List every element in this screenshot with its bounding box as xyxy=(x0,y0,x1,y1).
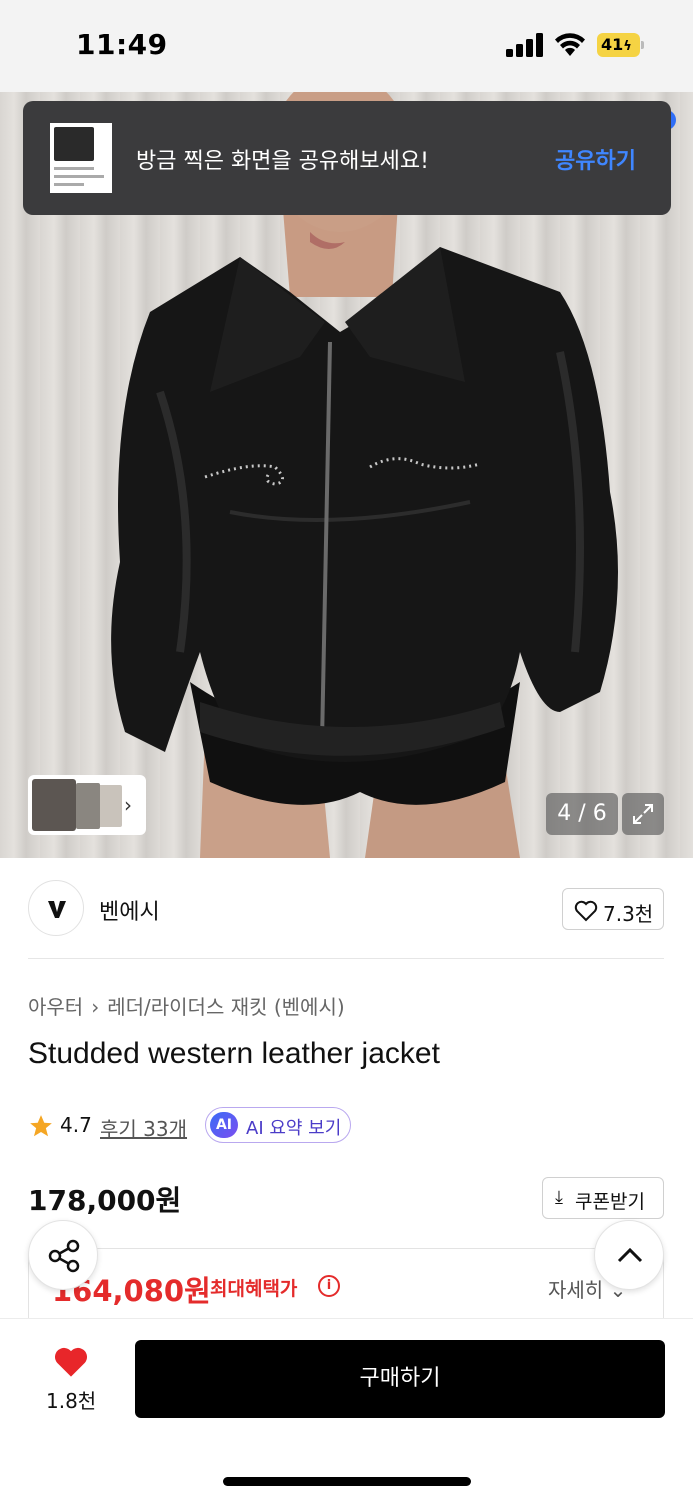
toast-message: 방금 찍은 화면을 공유해보세요! xyxy=(136,149,429,174)
thumbnail[interactable] xyxy=(98,785,122,827)
thumbnail-strip[interactable]: › xyxy=(28,775,146,835)
coupon-button[interactable]: ⤓ 쿠폰받기 xyxy=(542,1177,664,1219)
divider xyxy=(28,958,664,959)
share-icon xyxy=(48,1239,80,1273)
rating-value: 4.7 xyxy=(60,1113,92,1137)
thumbnail[interactable] xyxy=(76,783,100,829)
ai-badge-icon: AI xyxy=(210,1112,238,1138)
info-icon[interactable]: i xyxy=(318,1275,340,1297)
brand-name[interactable]: 벤에시 xyxy=(99,894,160,926)
breadcrumb: 아우터 › 레더/라이더스 재킷 (벤에시) xyxy=(28,991,345,1020)
product-price: 178,000원 xyxy=(28,1184,182,1217)
benefit-detail-label: 자세히 xyxy=(548,1278,604,1302)
battery-level: 41 xyxy=(601,35,624,54)
thumbnail[interactable] xyxy=(32,779,76,831)
heart-outline-icon xyxy=(574,900,598,922)
heart-filled-icon[interactable] xyxy=(52,1345,90,1379)
ai-summary-label: AI 요약 보기 xyxy=(246,1118,342,1139)
benefit-label: 최대혜택가 xyxy=(210,1278,298,1300)
star-icon xyxy=(30,1115,52,1137)
screenshot-thumbnail xyxy=(50,123,112,193)
coupon-label: 쿠폰받기 xyxy=(575,1191,645,1213)
ai-summary-button[interactable]: AI AI 요약 보기 xyxy=(205,1107,351,1143)
expand-button[interactable] xyxy=(622,793,664,835)
share-button[interactable]: 공유하기 xyxy=(555,143,636,175)
chevron-right-icon: › xyxy=(124,793,132,817)
product-title: Studded western leather jacket xyxy=(28,1037,440,1070)
home-indicator xyxy=(223,1477,471,1486)
status-time: 11:49 xyxy=(76,28,168,61)
breadcrumb-category[interactable]: 아우터 xyxy=(28,995,83,1019)
brand-like-count: 7.3천 xyxy=(603,902,654,926)
share-fab-button[interactable] xyxy=(28,1220,98,1290)
brand-logo-icon xyxy=(48,901,66,918)
scroll-top-button[interactable] xyxy=(594,1220,664,1290)
image-page-counter: 4 / 6 xyxy=(546,793,618,835)
buy-button[interactable]: 구매하기 xyxy=(135,1340,665,1418)
reviews-link[interactable]: 후기 33개 xyxy=(100,1113,187,1142)
download-icon: ⤓ xyxy=(555,1187,563,1208)
charging-icon: ϟ xyxy=(623,39,632,54)
brand-logo[interactable] xyxy=(28,880,84,936)
wish-count: 1.8천 xyxy=(46,1389,97,1413)
chevron-up-icon xyxy=(617,1247,643,1263)
wifi-icon xyxy=(555,33,585,56)
battery-icon: 41ϟ xyxy=(597,33,645,57)
expand-icon xyxy=(633,804,653,824)
share-toast: 방금 찍은 화면을 공유해보세요! 공유하기 xyxy=(23,101,671,215)
signal-icon xyxy=(506,33,544,57)
status-bar: 11:49 41ϟ xyxy=(0,0,693,92)
brand-like-button[interactable]: 7.3천 xyxy=(562,888,664,930)
chevron-right-icon: › xyxy=(91,995,100,1019)
breadcrumb-subcategory[interactable]: 레더/라이더스 재킷 (벤에시) xyxy=(107,995,344,1019)
